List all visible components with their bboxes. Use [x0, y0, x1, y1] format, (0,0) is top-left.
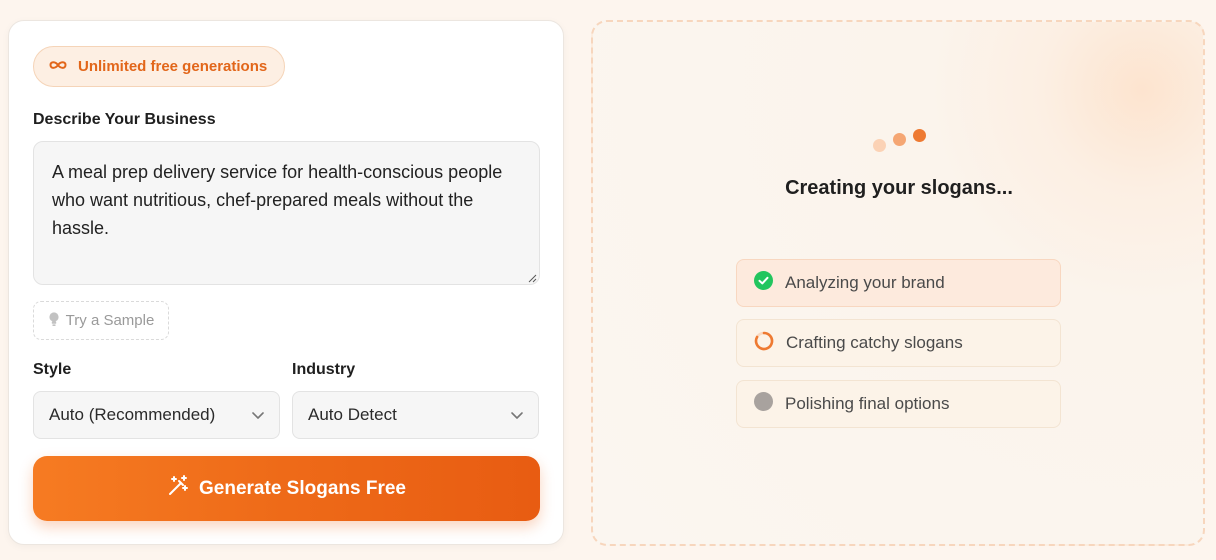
step-label: Analyzing your brand — [785, 273, 945, 292]
try-sample-button[interactable]: Try a Sample — [33, 301, 169, 340]
industry-label: Industry — [292, 361, 356, 378]
style-select-value: Auto (Recommended) — [49, 405, 216, 424]
style-select[interactable]: Auto (Recommended) — [33, 391, 280, 439]
step-analyzing: Analyzing your brand — [736, 259, 1061, 307]
chevron-down-icon — [510, 405, 524, 425]
free-generations-badge: Unlimited free generations — [33, 46, 285, 87]
pending-dot-icon — [754, 392, 773, 416]
generation-status-panel: Creating your slogans... Analyzing your … — [591, 20, 1205, 546]
resize-handle-icon[interactable] — [527, 273, 537, 283]
try-sample-label: Try a Sample — [65, 312, 155, 329]
check-circle-icon — [754, 271, 773, 295]
loading-dot — [913, 129, 926, 142]
style-label: Style — [33, 361, 72, 378]
generate-button-label: Generate Slogans Free — [199, 477, 406, 499]
badge-label: Unlimited free generations — [78, 58, 268, 75]
loading-dot — [893, 133, 906, 146]
infinity-icon — [48, 58, 68, 75]
industry-select-value: Auto Detect — [308, 405, 397, 424]
magic-wand-icon — [167, 474, 189, 503]
lightbulb-icon — [48, 311, 60, 331]
step-polishing: Polishing final options — [736, 380, 1061, 428]
industry-select[interactable]: Auto Detect — [292, 391, 539, 439]
spinner-icon — [754, 331, 774, 356]
loading-dot — [873, 139, 886, 152]
business-description-input[interactable]: A meal prep delivery service for health-… — [33, 141, 540, 285]
step-crafting: Crafting catchy slogans — [736, 319, 1061, 367]
status-title: Creating your slogans... — [785, 177, 1013, 199]
step-label: Polishing final options — [785, 394, 950, 413]
description-label: Describe Your Business — [33, 111, 216, 128]
slogan-form-card: Unlimited free generations Describe Your… — [8, 20, 564, 545]
step-label: Crafting catchy slogans — [786, 333, 963, 352]
chevron-down-icon — [251, 405, 265, 425]
generate-slogans-button[interactable]: Generate Slogans Free — [33, 456, 540, 521]
